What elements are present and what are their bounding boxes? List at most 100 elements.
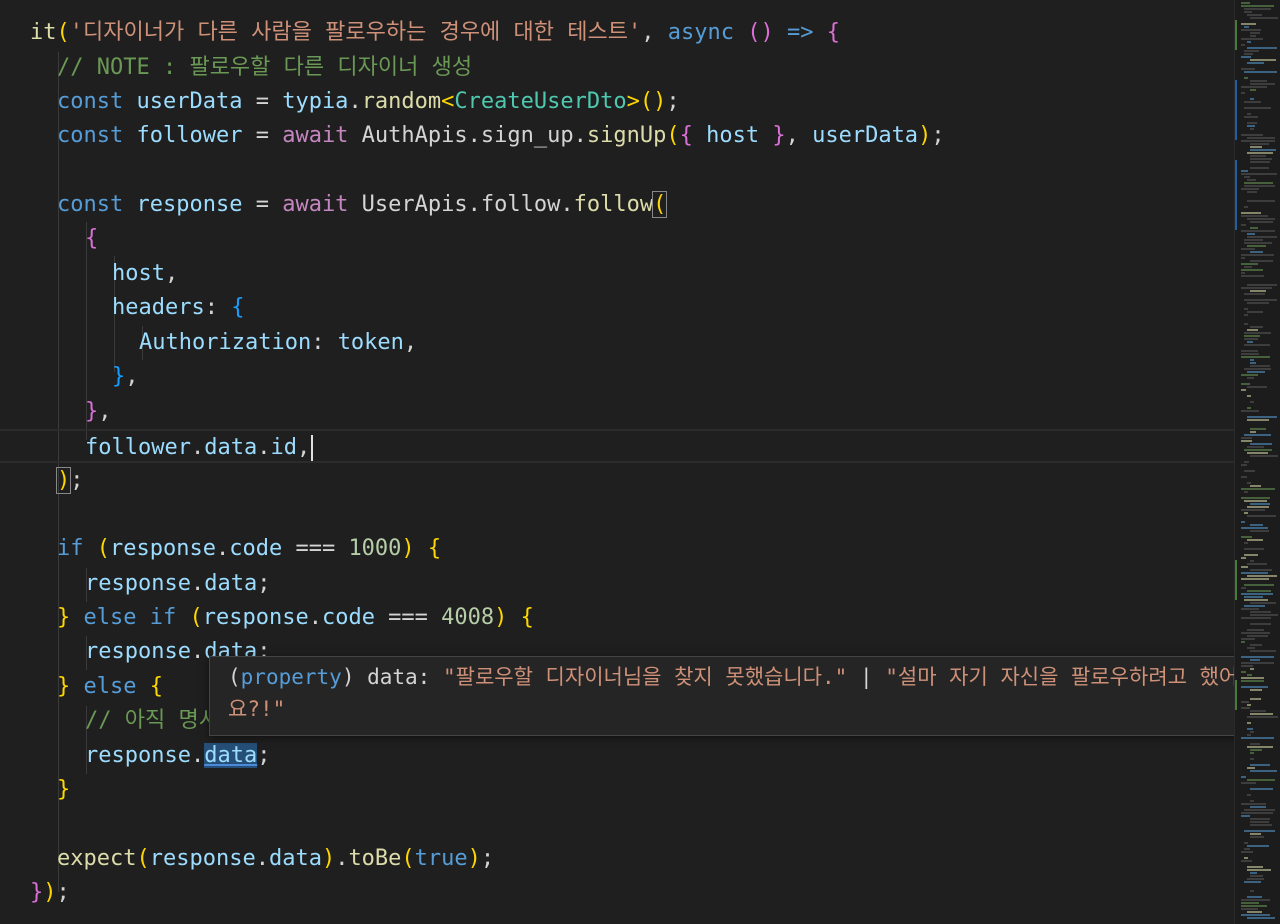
code-line-6[interactable]: const response = await UserApis.follow.f… bbox=[0, 188, 1234, 222]
token-paren-matched: ) bbox=[55, 467, 72, 494]
minimap-line bbox=[1250, 872, 1257, 874]
code-line-1[interactable]: it('디자이너가 다른 사람을 팔로우하는 경우에 대한 테스트', asyn… bbox=[0, 16, 1234, 50]
token-property: data bbox=[204, 435, 258, 460]
minimap-line bbox=[1250, 128, 1254, 130]
minimap-line bbox=[1247, 341, 1253, 343]
minimap-line bbox=[1241, 38, 1263, 40]
minimap-line bbox=[1250, 569, 1272, 571]
minimap-line bbox=[1250, 83, 1275, 85]
minimap-line bbox=[1247, 41, 1251, 43]
minimap-line bbox=[1247, 911, 1262, 913]
minimap-line bbox=[1241, 86, 1267, 88]
minimap-line bbox=[1250, 743, 1260, 745]
code-line-9[interactable]: headers: { bbox=[0, 291, 1234, 325]
token-dot: . bbox=[190, 639, 205, 664]
code-line-25[interactable]: expect(response.data).toBe(true); bbox=[0, 842, 1234, 876]
minimap-line bbox=[1241, 914, 1270, 916]
minimap-line bbox=[1250, 260, 1273, 262]
minimap-line bbox=[1250, 428, 1266, 430]
token-comma: , bbox=[125, 364, 139, 389]
token-brace: } bbox=[57, 605, 71, 630]
code-line-10[interactable]: Authorization: token, bbox=[0, 326, 1234, 360]
minimap-line bbox=[1241, 656, 1274, 658]
code-line-17[interactable]: response.data; bbox=[0, 567, 1234, 601]
token-object: AuthApis bbox=[348, 123, 468, 148]
minimap-line bbox=[1241, 254, 1274, 256]
code-line-22[interactable]: response.data; bbox=[0, 739, 1234, 773]
minimap-line bbox=[1247, 302, 1269, 304]
token-variable: userData bbox=[812, 123, 919, 148]
minimap-line bbox=[1244, 434, 1271, 436]
minimap-line bbox=[1250, 710, 1266, 712]
token-variable: host bbox=[112, 261, 165, 286]
minimap-line bbox=[1241, 437, 1252, 439]
code-line-2[interactable]: // NOTE : 팔로우할 다른 디자이너 생성 bbox=[0, 51, 1234, 85]
token-dot: . bbox=[573, 123, 587, 148]
minimap-line bbox=[1241, 410, 1259, 412]
code-line-12[interactable]: }, bbox=[0, 395, 1234, 429]
minimap-line bbox=[1241, 44, 1245, 46]
token-number: 4008 bbox=[441, 605, 495, 630]
code-line-8[interactable]: host, bbox=[0, 257, 1234, 291]
minimap-line bbox=[1250, 806, 1266, 808]
minimap-line bbox=[1241, 899, 1270, 901]
token-paren: ( bbox=[733, 20, 761, 45]
minimap-line bbox=[1247, 716, 1278, 718]
token-string: '디자이너가 다른 사람을 팔로우하는 경우에 대한 테스트' bbox=[69, 20, 642, 45]
minimap-line bbox=[1241, 671, 1246, 673]
token-property: data bbox=[204, 571, 258, 596]
minimap-line bbox=[1247, 647, 1255, 649]
minimap-line bbox=[1244, 101, 1261, 103]
minimap[interactable] bbox=[1234, 0, 1280, 924]
code-line-7[interactable]: { bbox=[0, 222, 1234, 256]
token-function: signUp bbox=[586, 123, 667, 148]
minimap-line bbox=[1250, 833, 1261, 835]
minimap-line bbox=[1247, 704, 1251, 706]
code-line-4[interactable]: const follower = await AuthApis.sign_up.… bbox=[0, 119, 1234, 153]
minimap-line bbox=[1250, 80, 1267, 82]
minimap-line bbox=[1241, 383, 1250, 385]
minimap-line bbox=[1244, 344, 1270, 346]
minimap-line bbox=[1241, 557, 1246, 559]
minimap-line bbox=[1241, 578, 1269, 580]
code-line-3[interactable]: const userData = typia.random<CreateUser… bbox=[0, 85, 1234, 119]
token-property: code bbox=[321, 605, 375, 630]
minimap-line bbox=[1250, 143, 1269, 145]
minimap-line bbox=[1244, 323, 1248, 325]
minimap-line bbox=[1241, 851, 1253, 853]
code-line-13-current[interactable]: follower.data.id, bbox=[0, 429, 1234, 463]
minimap-line bbox=[1250, 668, 1254, 670]
token-property-hovered[interactable]: data bbox=[204, 743, 258, 768]
code-line-14[interactable]: ); bbox=[0, 464, 1234, 498]
code-line-18[interactable]: } else if (response.code === 4008) { bbox=[0, 601, 1234, 635]
token-object: follower bbox=[85, 435, 191, 460]
token-await: await bbox=[282, 192, 349, 217]
minimap-line bbox=[1244, 176, 1250, 178]
minimap-line bbox=[1244, 461, 1249, 463]
minimap-line bbox=[1250, 326, 1263, 328]
minimap-line bbox=[1250, 713, 1273, 715]
token-colon: : bbox=[204, 295, 232, 320]
token-property: follow bbox=[480, 192, 561, 217]
code-line-23[interactable]: } bbox=[0, 773, 1234, 807]
code-line-11[interactable]: }, bbox=[0, 360, 1234, 394]
code-line-16[interactable]: if (response.code === 1000) { bbox=[0, 532, 1234, 566]
minimap-line bbox=[1247, 575, 1277, 577]
token-object: response bbox=[202, 605, 309, 630]
minimap-line bbox=[1247, 728, 1253, 730]
minimap-line bbox=[1241, 140, 1275, 142]
minimap-line bbox=[1250, 689, 1262, 691]
minimap-line bbox=[1244, 542, 1248, 544]
token-function: random bbox=[361, 89, 442, 114]
minimap-line bbox=[1247, 14, 1262, 16]
token-brace: } bbox=[57, 674, 71, 699]
minimap-line bbox=[1241, 272, 1245, 274]
code-editor[interactable]: it('디자이너가 다른 사람을 팔로우하는 경우에 대한 테스트', asyn… bbox=[0, 0, 1234, 924]
minimap-line bbox=[1250, 836, 1264, 838]
code-line-26[interactable]: }); bbox=[0, 876, 1234, 910]
minimap-line bbox=[1250, 824, 1272, 826]
minimap-line bbox=[1241, 188, 1259, 190]
token-paren-matched: ( bbox=[652, 191, 668, 218]
minimap-line bbox=[1244, 11, 1252, 13]
token-comma: , bbox=[164, 261, 179, 286]
